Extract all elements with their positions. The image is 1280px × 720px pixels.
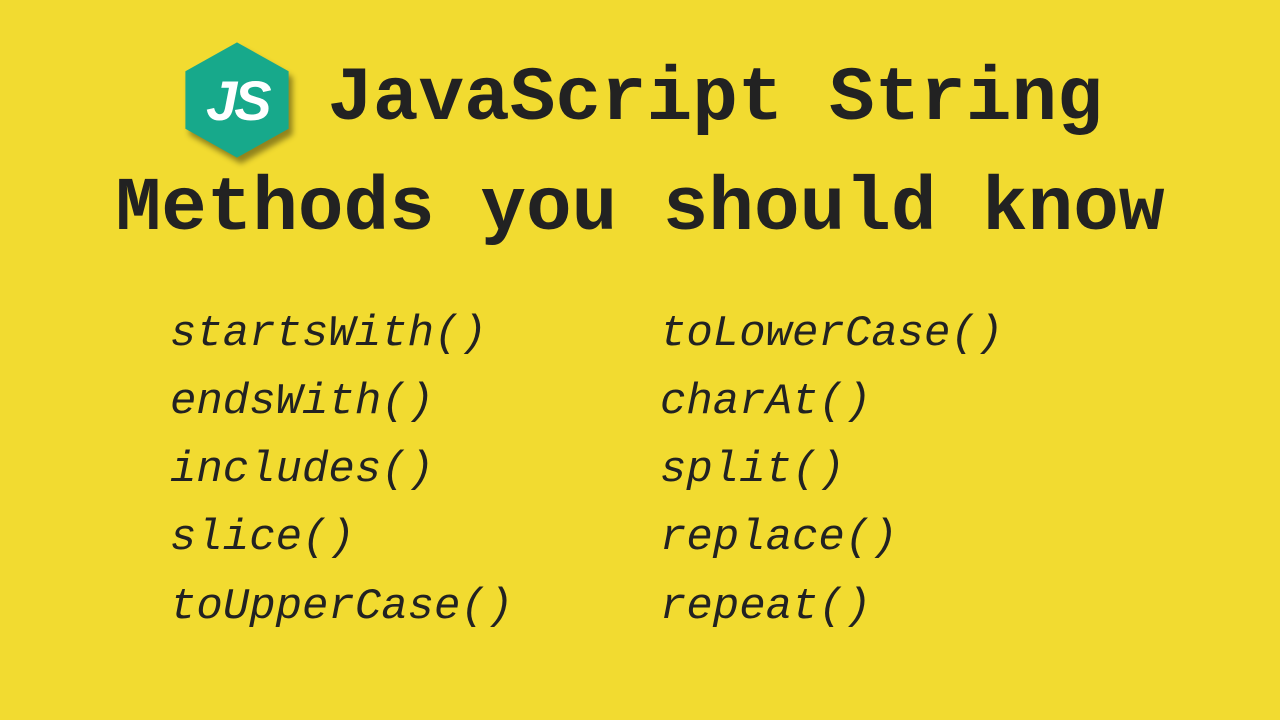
methods-columns: startsWith() endsWith() includes() slice… bbox=[40, 300, 1240, 641]
method-item: slice() bbox=[170, 504, 620, 572]
js-logo-icon: JS bbox=[177, 40, 297, 160]
method-item: includes() bbox=[170, 436, 620, 504]
js-logo-text: JS bbox=[177, 40, 297, 160]
methods-column-left: startsWith() endsWith() includes() slice… bbox=[170, 300, 620, 641]
method-item: toUpperCase() bbox=[170, 573, 620, 641]
method-item: toLowerCase() bbox=[660, 300, 1110, 368]
slide: JS JavaScript String Methods you should … bbox=[0, 0, 1280, 641]
title-line-2: Methods you should know bbox=[40, 170, 1240, 250]
header: JS JavaScript String Methods you should … bbox=[40, 40, 1240, 250]
method-item: replace() bbox=[660, 504, 1110, 572]
method-item: repeat() bbox=[660, 573, 1110, 641]
title-line-1: JavaScript String bbox=[327, 60, 1102, 140]
methods-column-right: toLowerCase() charAt() split() replace()… bbox=[660, 300, 1110, 641]
method-item: charAt() bbox=[660, 368, 1110, 436]
title-row-1: JS JavaScript String bbox=[40, 40, 1240, 160]
method-item: startsWith() bbox=[170, 300, 620, 368]
method-item: endsWith() bbox=[170, 368, 620, 436]
method-item: split() bbox=[660, 436, 1110, 504]
